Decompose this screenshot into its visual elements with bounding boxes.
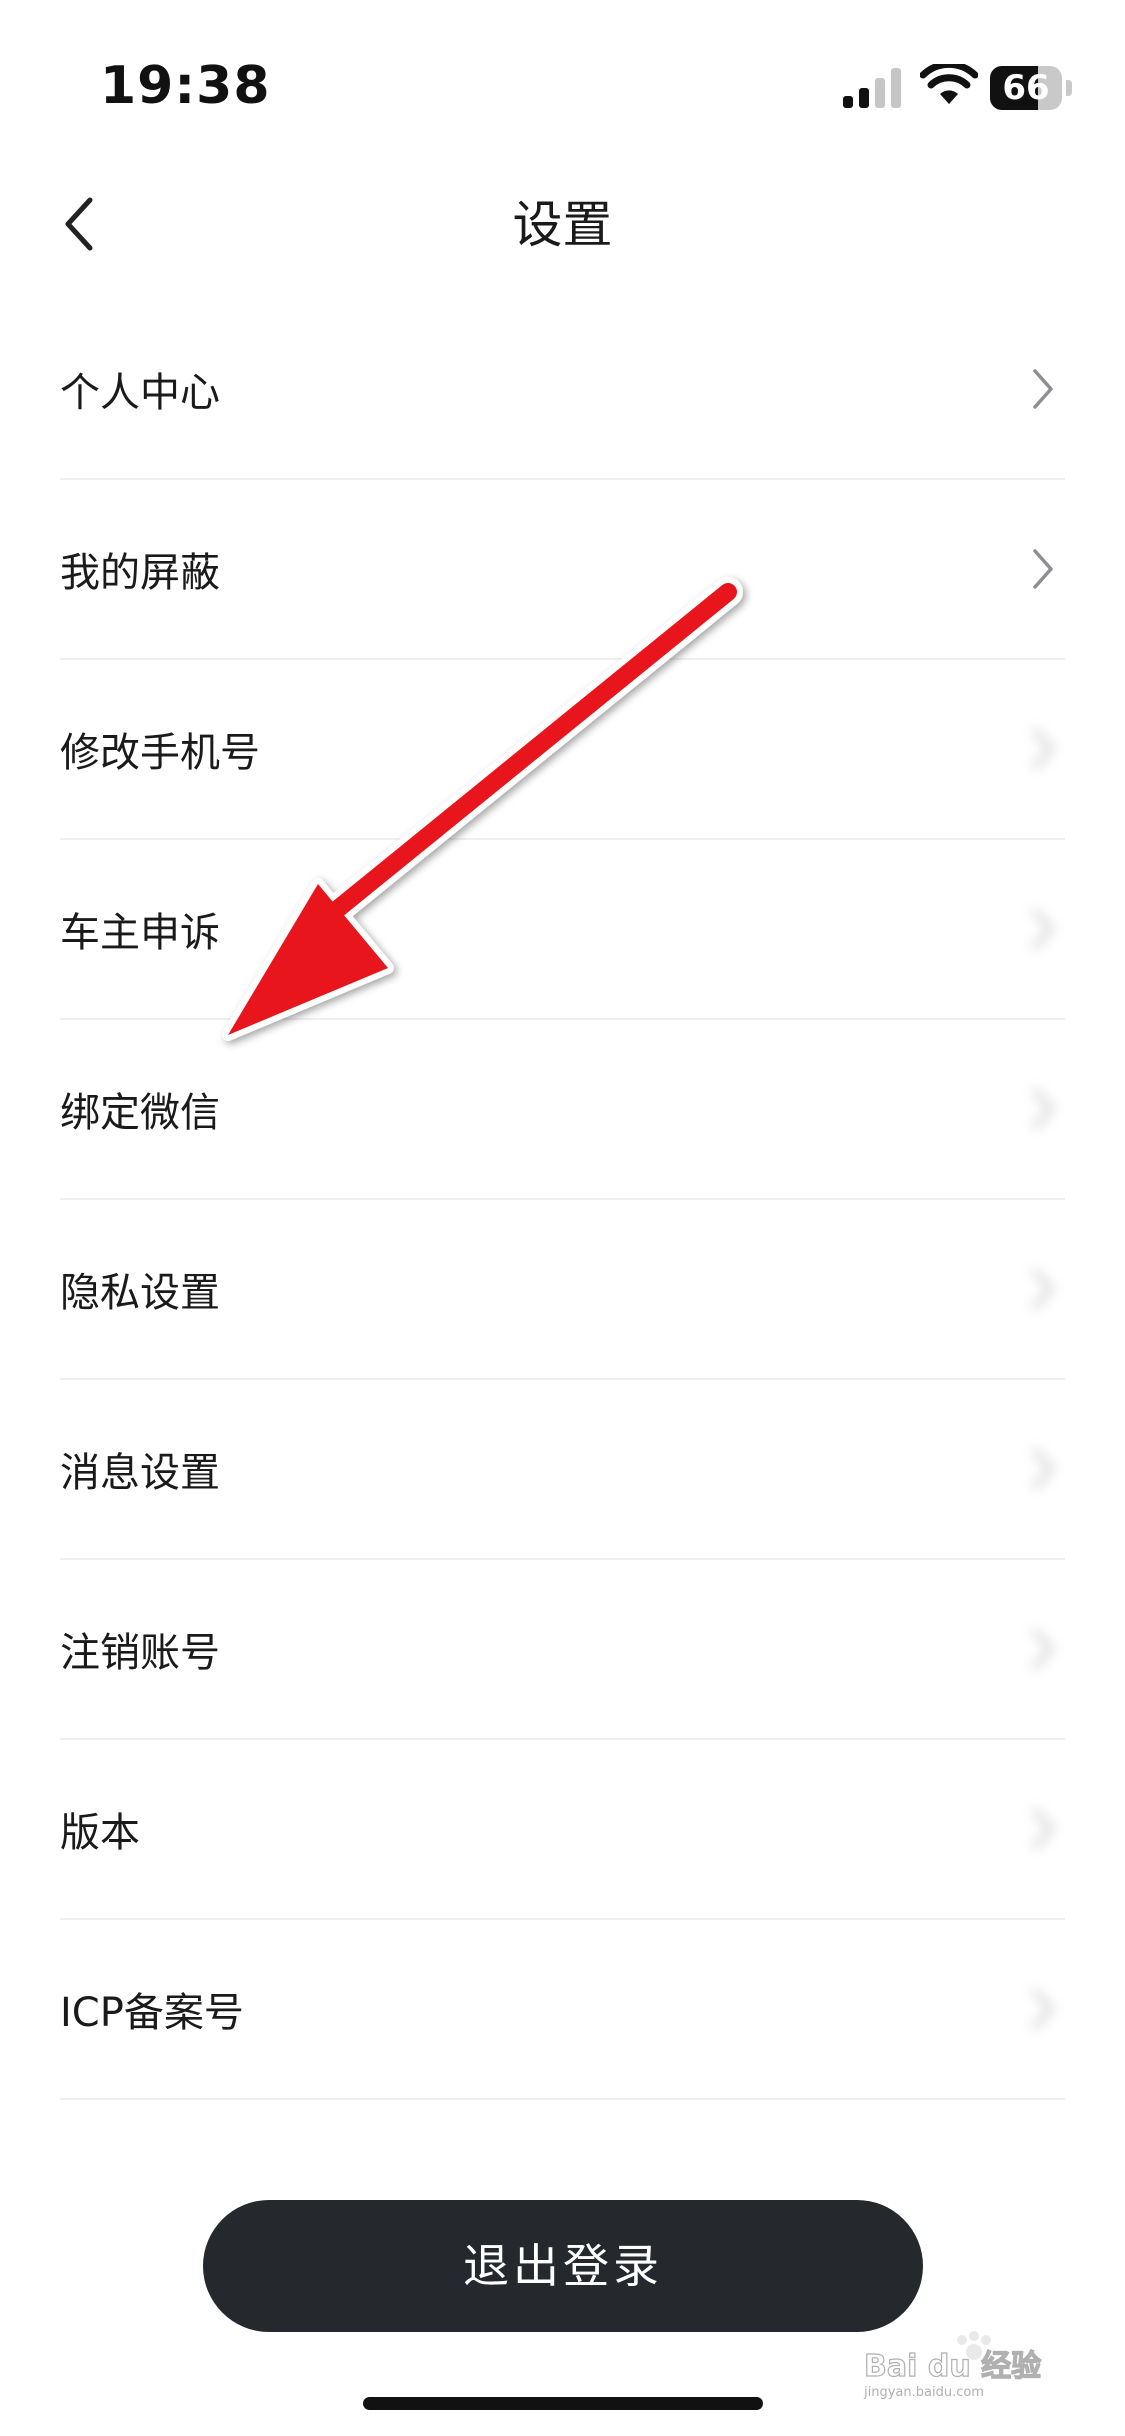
status-time: 19:38 (100, 56, 271, 116)
settings-row-label: 注销账号 (60, 1630, 220, 1676)
chevron-right-icon (1033, 909, 1053, 949)
home-indicator (363, 2397, 763, 2410)
chevron-right-icon (1033, 729, 1053, 769)
settings-row[interactable]: 版本 (60, 1740, 1065, 1920)
settings-row[interactable]: 修改手机号 (60, 660, 1065, 840)
settings-screen: 19:38 66 设置 个人中心 我的屏蔽 修改手机号 车主申诉 绑定微信 隐私设置 消息设 (0, 0, 1125, 2436)
settings-row-label: 我的屏蔽 (60, 550, 220, 596)
nav-bar: 设置 (0, 170, 1125, 290)
battery-level: 66 (1002, 68, 1050, 108)
settings-row-label: ICP备案号 (60, 1990, 244, 2036)
settings-row-label: 绑定微信 (60, 1090, 220, 1136)
chevron-right-icon (1033, 1449, 1053, 1489)
settings-row-label: 消息设置 (60, 1450, 220, 1496)
chevron-right-icon (1033, 549, 1053, 589)
settings-row-label: 版本 (60, 1810, 140, 1856)
chevron-right-icon (1033, 1629, 1053, 1669)
settings-row[interactable]: 我的屏蔽 (60, 480, 1065, 660)
settings-row[interactable]: 绑定微信 (60, 1020, 1065, 1200)
chevron-right-icon (1033, 369, 1053, 409)
chevron-right-icon (1033, 1269, 1053, 1309)
settings-row[interactable]: 消息设置 (60, 1380, 1065, 1560)
signal-icon (843, 68, 901, 108)
settings-row[interactable]: 注销账号 (60, 1560, 1065, 1740)
baidu-jingyan-watermark: Bai du 经验 jingyan.baidu.com (863, 2331, 1042, 2400)
settings-row[interactable]: 个人中心 (60, 300, 1065, 480)
chevron-right-icon (1033, 1809, 1053, 1849)
wifi-icon (920, 64, 978, 104)
status-bar: 19:38 66 (0, 0, 1125, 180)
settings-row[interactable]: ICP备案号 (60, 1920, 1065, 2100)
chevron-right-icon (1033, 1089, 1053, 1129)
settings-row-label: 车主申诉 (60, 910, 220, 956)
settings-row[interactable]: 隐私设置 (60, 1200, 1065, 1380)
settings-row-label: 修改手机号 (60, 730, 260, 776)
watermark-brand: Bai du 经验 (864, 2349, 1041, 2384)
page-title: 设置 (512, 196, 613, 254)
watermark-url: jingyan.baidu.com (863, 2385, 984, 2400)
chevron-right-icon (1033, 1989, 1053, 2029)
battery-icon: 66 (990, 66, 1072, 110)
settings-row[interactable]: 车主申诉 (60, 840, 1065, 1020)
settings-row-label: 隐私设置 (60, 1270, 220, 1316)
settings-list: 个人中心我的屏蔽修改手机号车主申诉绑定微信隐私设置消息设置注销账号版本 ICP备案… (60, 300, 1065, 2100)
settings-row-label: 个人中心 (60, 370, 220, 416)
logout-button[interactable]: 退出登录 (203, 2200, 923, 2332)
